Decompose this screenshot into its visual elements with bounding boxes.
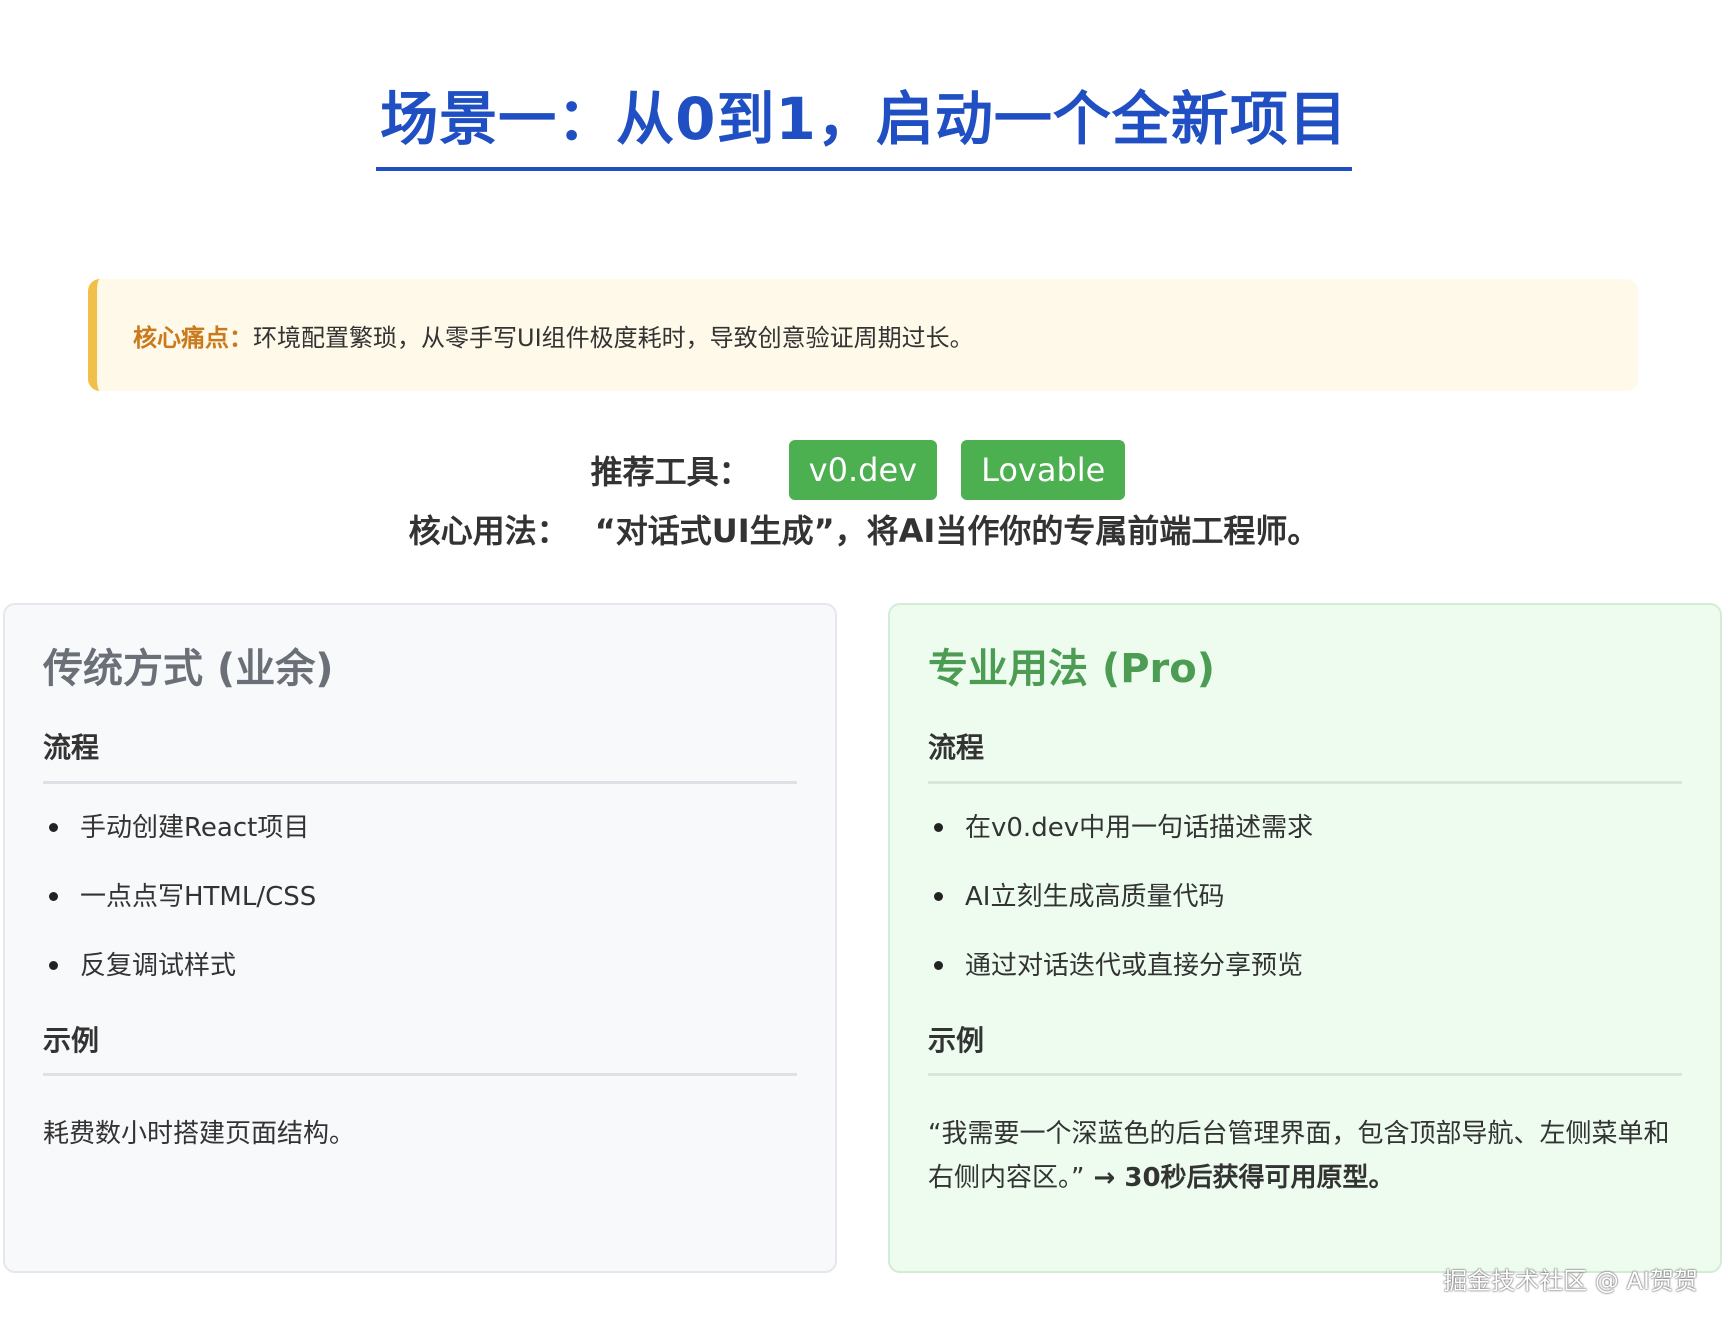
usage-text: “对话式UI生成”，将AI当作你的专属前端工程师。 — [594, 512, 1320, 550]
page-title: 场景一：从0到1，启动一个全新项目 — [376, 86, 1352, 171]
pro-example-result: → 30秒后获得可用原型。 — [1084, 1163, 1395, 1194]
list-item: 一点点写HTML/CSS — [43, 879, 797, 915]
traditional-card-title: 传统方式 (业余) — [43, 646, 334, 692]
bullet-icon — [49, 961, 58, 971]
list-item: 反复调试样式 — [43, 948, 797, 984]
pro-example-text: “我需要一个深蓝色的后台管理界面，包含顶部导航、左侧菜单和右侧内容区。” → 3… — [928, 1112, 1682, 1200]
pro-card-title: 专业用法 (Pro) — [928, 646, 1216, 692]
pro-card: 专业用法 (Pro) 流程 在v0.dev中用一句话描述需求 AI立刻生成高质量… — [888, 603, 1722, 1273]
step-text: 一点点写HTML/CSS — [80, 881, 317, 912]
pain-point-label: 核心痛点： — [133, 323, 253, 352]
list-item: 在v0.dev中用一句话描述需求 — [928, 810, 1682, 846]
pain-point-text: 环境配置繁琐，从零手写UI组件极度耗时，导致创意验证周期过长。 — [253, 323, 974, 352]
watermark: 掘金技术社区 @ AI贺贺 — [1443, 1267, 1698, 1295]
bullet-icon — [934, 823, 943, 833]
step-text: AI立刻生成高质量代码 — [965, 881, 1225, 912]
tool-badge-v0: v0.dev — [788, 440, 938, 500]
step-text: 反复调试样式 — [80, 950, 237, 981]
traditional-example-heading: 示例 — [43, 1024, 797, 1077]
list-item: 手动创建React项目 — [43, 810, 797, 846]
list-item: 通过对话迭代或直接分享预览 — [928, 948, 1682, 984]
tool-badge-lovable: Lovable — [961, 440, 1126, 500]
bullet-icon — [934, 892, 943, 902]
pro-process-heading: 流程 — [928, 731, 1682, 784]
traditional-steps-list: 手动创建React项目 一点点写HTML/CSS 反复调试样式 — [43, 810, 797, 984]
core-usage: 核心用法： “对话式UI生成”，将AI当作你的专属前端工程师。 — [0, 506, 1728, 552]
step-text: 在v0.dev中用一句话描述需求 — [965, 812, 1314, 843]
list-item: AI立刻生成高质量代码 — [928, 879, 1682, 915]
step-text: 通过对话迭代或直接分享预览 — [965, 950, 1304, 981]
pain-point-callout: 核心痛点： 环境配置繁琐，从零手写UI组件极度耗时，导致创意验证周期过长。 — [88, 279, 1638, 391]
traditional-process-heading: 流程 — [43, 731, 797, 784]
usage-label: 核心用法： — [408, 512, 569, 550]
bullet-icon — [49, 892, 58, 902]
pro-example-heading: 示例 — [928, 1024, 1682, 1077]
bullet-icon — [934, 961, 943, 971]
tools-label: 推荐工具： — [590, 453, 751, 491]
pro-steps-list: 在v0.dev中用一句话描述需求 AI立刻生成高质量代码 通过对话迭代或直接分享… — [928, 810, 1682, 984]
traditional-card: 传统方式 (业余) 流程 手动创建React项目 一点点写HTML/CSS 反复… — [3, 603, 837, 1273]
recommended-tools: 推荐工具： v0.dev Lovable — [0, 440, 1728, 500]
bullet-icon — [49, 823, 58, 833]
page-title-wrapper: 场景一：从0到1，启动一个全新项目 — [0, 86, 1728, 171]
traditional-example-text: 耗费数小时搭建页面结构。 — [43, 1119, 356, 1150]
step-text: 手动创建React项目 — [80, 812, 310, 843]
